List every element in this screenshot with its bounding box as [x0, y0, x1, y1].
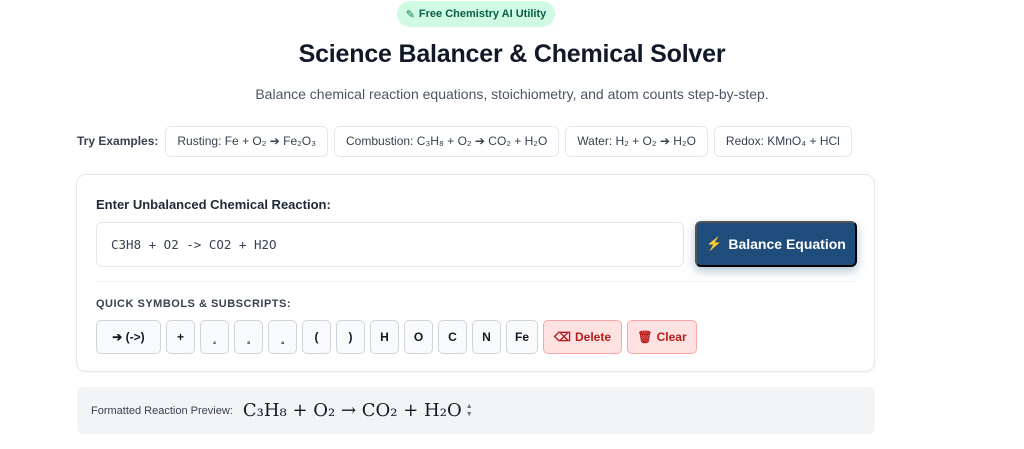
reaction-input-card: Enter Unbalanced Chemical Reaction: C3H8…	[76, 174, 875, 372]
example-rusting-button[interactable]: Rusting: Fe + O₂ ➔ Fe₂O₃	[165, 125, 329, 157]
delete-label: Delete	[574, 330, 612, 344]
key-h[interactable]: H	[370, 320, 399, 354]
page-subtitle: Balance chemical reaction equations, sto…	[255, 86, 769, 102]
preview-label: Formatted Reaction Preview:	[91, 404, 233, 417]
key-subscript-4[interactable]: ₄	[268, 320, 297, 354]
key-fe[interactable]: Fe	[506, 320, 539, 354]
example-water-button[interactable]: Water: H₂ + O₂ ➔ H₂O	[565, 125, 708, 157]
reaction-preview: Formatted Reaction Preview: C₃H₈ + O₂ → …	[77, 387, 875, 434]
delete-button[interactable]: ⌫ Delete	[543, 320, 623, 354]
example-combustion-button[interactable]: Combustion: C₃H₈ + O₂ ➔ CO₂ + H₂O	[334, 125, 560, 157]
balance-equation-button[interactable]: ⚡ Balance Equation	[695, 221, 857, 267]
quick-symbols-label: QUICK SYMBOLS & SUBSCRIPTS:	[96, 298, 292, 310]
clear-button[interactable]: 🗑 Clear	[627, 320, 698, 354]
reaction-input-label: Enter Unbalanced Chemical Reaction:	[96, 197, 331, 212]
key-subscript-2[interactable]: ₂	[200, 320, 229, 354]
examples-label: Try Examples:	[77, 134, 159, 148]
balance-equation-label: Balance Equation	[728, 236, 846, 252]
pencil-icon: ✎	[405, 8, 415, 21]
key-close-paren[interactable]: )	[336, 320, 365, 354]
quick-symbols-toolbar: ➔ (->) + ₂ ₃ ₄ ( ) H O C N Fe ⌫ Delete 🗑…	[96, 320, 698, 354]
reaction-input[interactable]: C3H8 + O2 -> CO2 + H2O	[96, 222, 684, 267]
example-redox-button[interactable]: Redox: KMnO₄ + HCl	[713, 125, 852, 157]
key-o[interactable]: O	[404, 320, 433, 354]
key-arrow[interactable]: ➔ (->)	[96, 320, 161, 354]
page-title: Science Balancer & Chemical Solver	[298, 40, 726, 68]
divider	[96, 281, 856, 282]
key-open-paren[interactable]: (	[302, 320, 331, 354]
key-n[interactable]: N	[472, 320, 501, 354]
clear-label: Clear	[656, 330, 687, 344]
key-plus[interactable]: +	[166, 320, 195, 354]
utility-badge: ✎ Free Chemistry AI Utility	[397, 1, 555, 27]
badge-label: Free Chemistry AI Utility	[418, 8, 547, 20]
trash-icon: 🗑	[637, 330, 653, 344]
lightning-icon: ⚡	[706, 236, 723, 251]
preview-formula: C₃H₈ + O₂ → CO₂ + H₂O	[242, 400, 462, 421]
spinner-arrows-icon[interactable]: ▲ ▼	[466, 403, 473, 419]
key-subscript-3[interactable]: ₃	[234, 320, 263, 354]
backspace-icon: ⌫	[554, 330, 571, 344]
examples-bar: Try Examples: Rusting: Fe + O₂ ➔ Fe₂O₃ C…	[77, 125, 852, 157]
key-c[interactable]: C	[438, 320, 467, 354]
